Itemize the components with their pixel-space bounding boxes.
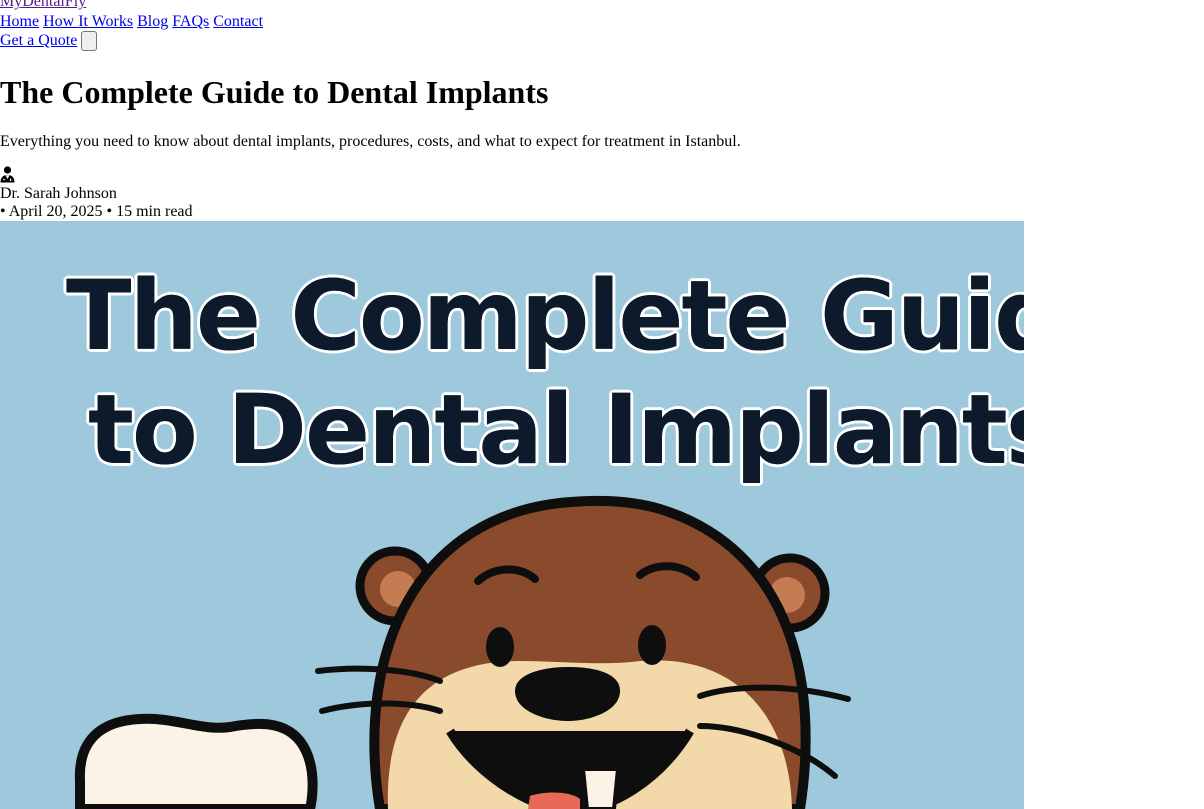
nav-faqs[interactable]: FAQs (172, 13, 209, 30)
hero-image: The Complete Guide to Dental Implants (0, 221, 1024, 809)
main-nav: Home How It Works Blog FAQs Contact (0, 13, 263, 31)
author-name: Dr. Sarah Johnson (0, 185, 117, 202)
page-title: The Complete Guide to Dental Implants (0, 74, 549, 110)
doctor-icon (0, 166, 15, 183)
hero-title-line-2: to Dental Implants (88, 374, 1024, 486)
brand-logo-link[interactable]: MyDentalFly (0, 0, 86, 11)
article-subtitle: Everything you need to know about dental… (0, 133, 741, 150)
menu-button[interactable] (81, 31, 98, 51)
nav-contact[interactable]: Contact (213, 13, 263, 30)
hero-title-line-1: The Complete Guide (66, 260, 1024, 372)
nav-home[interactable]: Home (0, 13, 39, 30)
header-actions: Get a Quote (0, 31, 98, 51)
get-a-quote-link[interactable]: Get a Quote (0, 31, 77, 51)
nav-how-it-works[interactable]: How It Works (43, 13, 133, 30)
article-meta: • April 20, 2025 • 15 min read (0, 203, 193, 220)
nav-blog[interactable]: Blog (137, 13, 168, 30)
